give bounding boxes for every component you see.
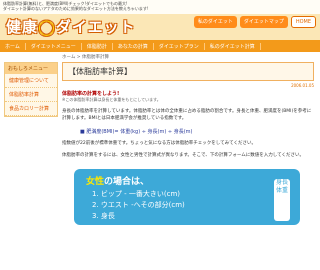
- sidebar: おもしろメニュー 健康管理について 体脂肪率計算 食品カロリー計算: [4, 62, 58, 117]
- sidebar-heading: おもしろメニュー: [5, 63, 57, 74]
- logo-text-left: 健康: [6, 18, 39, 36]
- main-content: 【体脂肪率計算】 2006.01.05 体脂肪率の計算をしよう! ※この体脂肪率…: [62, 62, 314, 225]
- sidebar-item-calorie[interactable]: 食品カロリー計算: [5, 102, 57, 116]
- logo-text-right: ダイエット: [55, 18, 136, 36]
- header-link-my-diet[interactable]: 私のダイエット: [193, 16, 237, 28]
- site-logo[interactable]: 健康◯ダイエット: [6, 16, 136, 37]
- sidebar-item-health[interactable]: 健康管理について: [5, 74, 57, 88]
- tagline-line-2: ダイエット計算のないアナタのために効果的なダイエット方法を教えちゃいます!: [3, 6, 149, 11]
- nav-item-body-fat[interactable]: 体脂肪計: [82, 42, 113, 50]
- calc-form-title: 女性の場合は、: [86, 174, 149, 187]
- nav-item-home[interactable]: ホーム: [0, 42, 26, 50]
- calc-aside-label: 身長体重: [274, 179, 290, 221]
- sidebar-item-body-fat[interactable]: 体脂肪率計算: [5, 88, 57, 102]
- bmi-formula: ■ 肥満度(BMI)= 体重(kg) ÷ 身長(m) ÷ 身長(m): [80, 129, 193, 135]
- header-link-diet-map[interactable]: ダイエットマップ: [239, 16, 288, 28]
- site-header: 健康◯ダイエット 私のダイエット ダイエットマップ HOME: [0, 14, 320, 40]
- paragraph-3: 体脂肪率の計算をするには、女性と男性で計算式が異なります。そこで、下の計算フォー…: [62, 153, 304, 158]
- calc-row-height[interactable]: 3. 身長: [92, 211, 115, 221]
- nav-item-diet-plan[interactable]: ダイエットプラン: [154, 42, 205, 50]
- body-fat-calc-form: 女性の場合は、 1. ビップ - 一番大きい(cm) 2. ウエスト -へその部…: [74, 169, 300, 225]
- note-text: ※この体脂肪率計算は身長と体重をもとにしています。: [62, 97, 161, 102]
- calc-title-gender: 女性: [86, 177, 105, 187]
- nav-item-my-calc[interactable]: 私のダイエット計算: [205, 42, 261, 50]
- calc-title-suffix: の場合は、: [104, 177, 150, 187]
- post-date: 2006.01.05: [291, 83, 314, 88]
- home-button[interactable]: HOME: [290, 16, 316, 28]
- nav-item-diet-menu[interactable]: ダイエットメニュー: [26, 42, 82, 50]
- calc-row-hip[interactable]: 1. ビップ - 一番大きい(cm): [92, 189, 180, 199]
- lead-heading: 体脂肪率の計算をしよう!: [62, 91, 120, 97]
- paragraph-1: 身長の体脂肪率を計算しています。体脂肪率とは体の全体重に占める脂肪の割合です。身…: [62, 109, 312, 121]
- nav-item-your-calc[interactable]: あなたの計算: [113, 42, 154, 50]
- page-title: 【体脂肪率計算】: [62, 62, 314, 81]
- paragraph-2: 指数値が22前後が標準体重です。ちょっと気になる方は体脂肪率チェックをしてみてく…: [62, 141, 257, 146]
- breadcrumb: ホーム > 体脂肪率計算: [62, 55, 109, 60]
- main-nav: ホーム ダイエットメニュー 体脂肪計 あなたの計算 ダイエットプラン 私のダイエ…: [0, 40, 320, 52]
- logo-mark-icon: ◯: [38, 18, 56, 36]
- calc-row-waist[interactable]: 2. ウエスト -へその部分(cm): [92, 200, 185, 210]
